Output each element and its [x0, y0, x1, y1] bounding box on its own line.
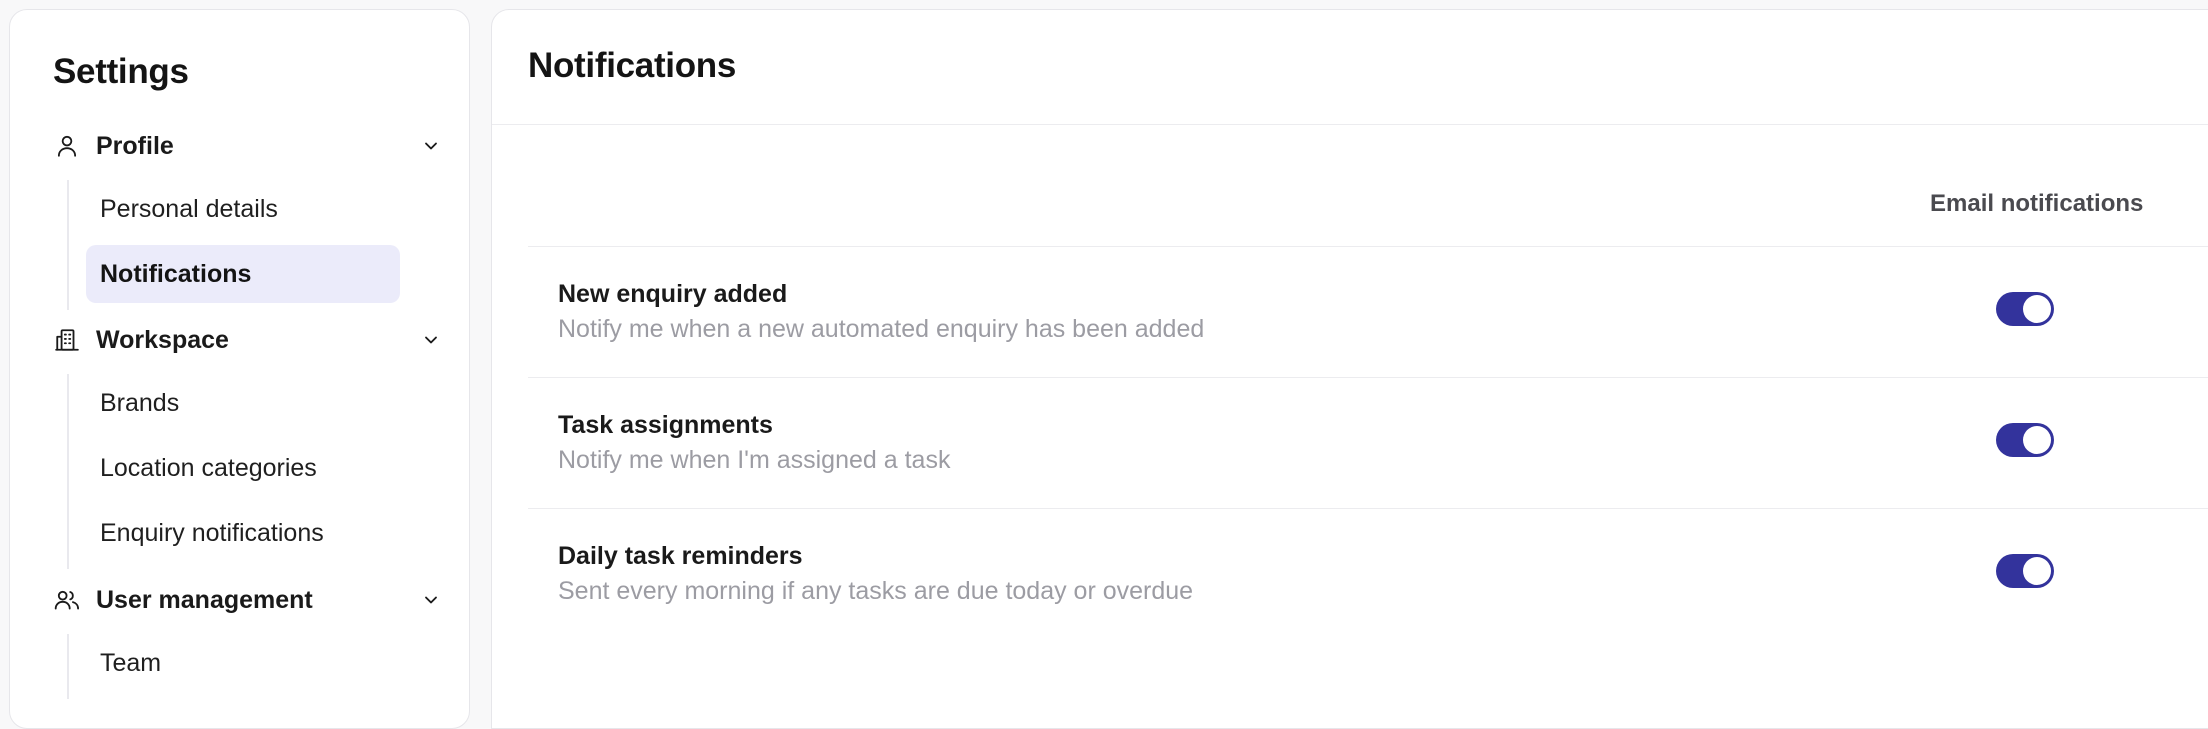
sidebar-group-label: User management — [96, 585, 313, 614]
notification-title: Task assignments — [558, 411, 773, 439]
sidebar-item-location-categories[interactable]: Location categories — [86, 439, 400, 497]
toggle-knob — [2023, 557, 2051, 585]
chevron-down-icon[interactable] — [419, 328, 443, 352]
settings-sidebar: Settings Profile Personal details Notifi… — [9, 9, 470, 729]
user-icon — [53, 132, 81, 160]
email-toggle-task-assignments[interactable] — [1996, 423, 2054, 457]
toggle-knob — [2023, 295, 2051, 323]
sidebar-group-label: Profile — [96, 131, 174, 160]
toggle-knob — [2023, 426, 2051, 454]
notification-row-new-enquiry: New enquiry added Notify me when a new a… — [528, 246, 2208, 377]
chevron-down-icon[interactable] — [419, 134, 443, 158]
notification-description: Sent every morning if any tasks are due … — [558, 577, 1194, 605]
notification-row-task-assignments: Task assignments Notify me when I'm assi… — [528, 377, 2208, 508]
sidebar-group-workspace[interactable]: Workspace — [53, 320, 443, 360]
chevron-down-icon[interactable] — [419, 588, 443, 612]
sidebar-item-team[interactable]: Team — [86, 634, 400, 692]
panel-header: Notifications — [492, 10, 2208, 125]
sidebar-item-notifications[interactable]: Notifications — [86, 245, 400, 303]
notification-row-daily-task-reminders: Daily task reminders Sent every morning … — [528, 508, 2208, 639]
sidebar-group-profile[interactable]: Profile — [53, 126, 443, 166]
sidebar-group-workspace-items: Brands Location categories Enquiry notif… — [67, 374, 400, 569]
sidebar-group-user-management[interactable]: User management — [53, 580, 443, 620]
notifications-panel: Notifications Email notifications New en… — [491, 9, 2208, 729]
sidebar-item-enquiry-notifications[interactable]: Enquiry notifications — [86, 504, 400, 562]
notification-description: Notify me when I'm assigned a task — [558, 446, 951, 474]
page-title: Notifications — [528, 46, 737, 85]
building-icon — [53, 326, 81, 354]
sidebar-item-brands[interactable]: Brands — [86, 374, 400, 432]
email-toggle-daily-task-reminders[interactable] — [1996, 554, 2054, 588]
sidebar-item-personal-details[interactable]: Personal details — [86, 180, 400, 238]
notification-settings-list: New enquiry added Notify me when a new a… — [528, 246, 2208, 639]
sidebar-group-user-management-items: Team — [67, 634, 400, 699]
email-toggle-new-enquiry[interactable] — [1996, 292, 2054, 326]
notification-title: New enquiry added — [558, 280, 788, 308]
sidebar-group-label: Workspace — [96, 325, 229, 354]
column-header-email-notifications: Email notifications — [1930, 190, 2144, 217]
notification-description: Notify me when a new automated enquiry h… — [558, 315, 1205, 343]
notification-title: Daily task reminders — [558, 542, 803, 570]
users-icon — [53, 586, 81, 614]
sidebar-group-profile-items: Personal details Notifications — [67, 180, 400, 310]
sidebar-title: Settings — [53, 52, 189, 91]
